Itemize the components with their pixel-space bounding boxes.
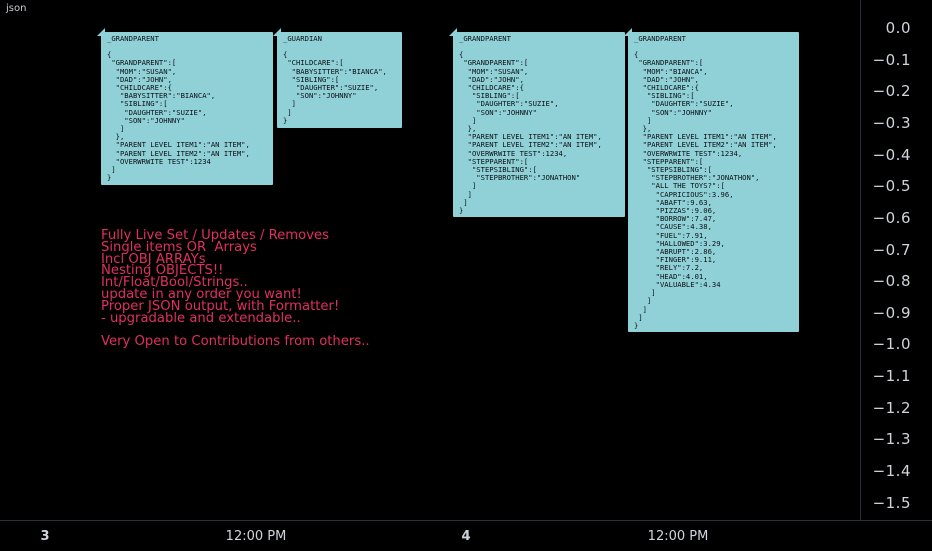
- y-tick-label: −0.1: [872, 50, 911, 69]
- y-tick-label: −0.2: [872, 82, 911, 101]
- y-tick-label: −1.5: [872, 493, 911, 512]
- note-line: - upgradable and extendable..: [101, 310, 301, 326]
- label-header: _GRANDPARENT: [634, 34, 686, 43]
- note-line: Very Open to Contributions from others..: [101, 334, 370, 350]
- feature-notes: Fully Live Set / Updates / Removes Singl…: [101, 229, 370, 350]
- x-tick-label: 12:00 PM: [225, 529, 287, 544]
- y-tick-label: −0.7: [872, 240, 911, 259]
- y-tick-label: −0.3: [872, 113, 911, 132]
- label-guardian[interactable]: _GUARDIAN { "CHILDCARE":[ "BABYSITTER":"…: [277, 32, 402, 128]
- label-body: { "GRANDPARENT":[ "MOM":"SUSAN", "DAD":"…: [107, 50, 250, 183]
- y-tick-label: −0.8: [872, 272, 911, 291]
- label-body: { "GRANDPARENT":[ "MOM":"BIANCA", "DAD":…: [634, 50, 777, 330]
- chart-pane[interactable]: _GRANDPARENT { "GRANDPARENT":[ "MOM":"SU…: [0, 0, 860, 520]
- x-tick-label: 4: [461, 529, 471, 544]
- y-tick-label: −1.3: [872, 430, 911, 449]
- label-grandparent-1[interactable]: _GRANDPARENT { "GRANDPARENT":[ "MOM":"SU…: [101, 32, 273, 185]
- y-tick-label: −1.2: [872, 398, 911, 417]
- y-tick-label: 0.0: [885, 19, 911, 37]
- label-header: _GRANDPARENT: [107, 34, 159, 43]
- y-tick-label: −1.0: [872, 335, 911, 354]
- y-tick-label: −1.4: [872, 462, 911, 480]
- label-header: _GRANDPARENT: [459, 34, 511, 43]
- label-body: { "GRANDPARENT":[ "MOM":"SUSAN", "DAD":"…: [459, 50, 602, 216]
- y-tick-label: −0.6: [872, 208, 911, 227]
- label-grandparent-2[interactable]: _GRANDPARENT { "GRANDPARENT":[ "MOM":"SU…: [453, 32, 625, 217]
- time-axis[interactable]: 3 12:00 PM 4 12:00 PM: [0, 520, 932, 551]
- y-tick-label: −1.1: [872, 367, 911, 385]
- y-tick-label: −0.4: [872, 145, 911, 164]
- y-tick-label: −0.5: [872, 177, 911, 196]
- price-axis[interactable]: 0.0 −0.1 −0.2 −0.3 −0.4 −0.5 −0.6 −0.7 −…: [860, 0, 932, 520]
- x-tick-label: 3: [40, 529, 50, 544]
- label-body: { "CHILDCARE":[ "BABYSITTER":"BIANCA", "…: [283, 50, 387, 125]
- x-tick-label: 12:00 PM: [647, 529, 709, 544]
- label-header: _GUARDIAN: [283, 34, 322, 43]
- y-tick-label: −0.9: [872, 303, 911, 322]
- label-grandparent-3[interactable]: _GRANDPARENT { "GRANDPARENT":[ "MOM":"BI…: [628, 32, 799, 332]
